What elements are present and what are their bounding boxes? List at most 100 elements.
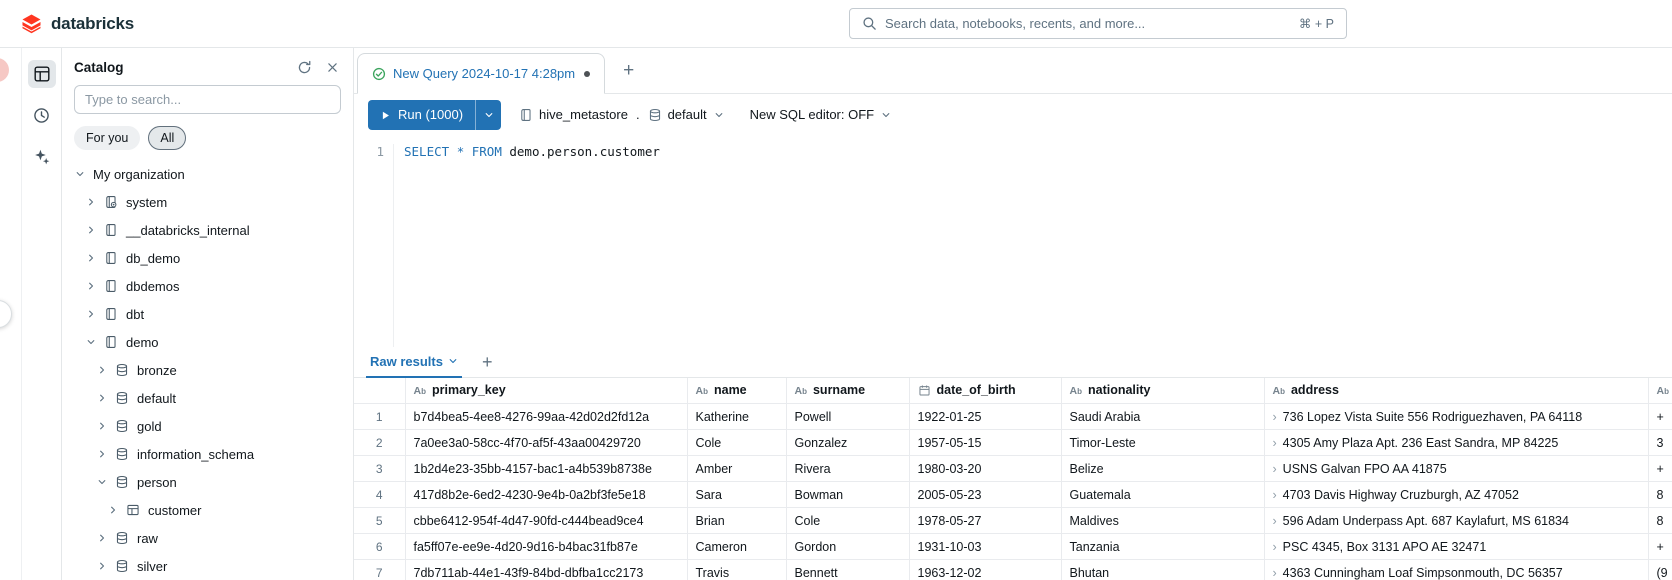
row-number-cell[interactable]: 5 — [354, 508, 405, 534]
chevron-right-icon[interactable] — [94, 446, 110, 462]
cell-nationality[interactable]: Tanzania — [1061, 534, 1264, 560]
raw-results-tab[interactable]: Raw results — [366, 347, 462, 378]
cell-partial-last-cell[interactable]: + — [1648, 404, 1672, 430]
column-header-primary-key[interactable]: Abprimary_key — [405, 378, 687, 404]
cell-nationality[interactable]: Belize — [1061, 456, 1264, 482]
tree-item-gold[interactable]: gold — [62, 412, 353, 440]
expand-cell-icon[interactable]: › — [1273, 566, 1277, 580]
cell-partial-last-cell[interactable]: 8 — [1648, 508, 1672, 534]
chevron-down-icon[interactable] — [72, 166, 88, 182]
cell-surname[interactable]: Gordon — [786, 534, 909, 560]
cell-name[interactable]: Amber — [687, 456, 786, 482]
tree-item-person[interactable]: person — [62, 468, 353, 496]
cell-primary-key[interactable]: 7a0ee3a0-58cc-4f70-af5f-43aa00429720 — [405, 430, 687, 456]
column-header-partial[interactable]: Ab — [1648, 378, 1672, 404]
expand-cell-icon[interactable]: › — [1273, 514, 1277, 528]
cell-date-of-birth[interactable]: 1980-03-20 — [909, 456, 1061, 482]
cell-name[interactable]: Cameron — [687, 534, 786, 560]
column-header-date-of-birth[interactable]: date_of_birth — [909, 378, 1061, 404]
chevron-right-icon[interactable] — [83, 306, 99, 322]
cell-primary-key[interactable]: 417d8b2e-6ed2-4230-9e4b-0a2bf3fe5e18 — [405, 482, 687, 508]
expand-cell-icon[interactable]: › — [1273, 488, 1277, 502]
refresh-button[interactable] — [297, 60, 312, 75]
tree-item-bronze[interactable]: bronze — [62, 356, 353, 384]
cell-address[interactable]: ›4363 Cunningham Loaf Simpsonmouth, DC 5… — [1264, 560, 1648, 580]
tree-item-databricks-internal[interactable]: __databricks_internal — [62, 216, 353, 244]
cell-name[interactable]: Katherine — [687, 404, 786, 430]
row-number-cell[interactable]: 3 — [354, 456, 405, 482]
tree-item-dbt[interactable]: dbt — [62, 300, 353, 328]
cell-name[interactable]: Brian — [687, 508, 786, 534]
column-header-address[interactable]: Abaddress — [1264, 378, 1648, 404]
rail-history-button[interactable] — [28, 101, 56, 129]
run-options-button[interactable] — [475, 100, 501, 130]
tree-item-demo[interactable]: demo — [62, 328, 353, 356]
cell-surname[interactable]: Bennett — [786, 560, 909, 580]
column-header-nationality[interactable]: Abnationality — [1061, 378, 1264, 404]
cell-date-of-birth[interactable]: 1957-05-15 — [909, 430, 1061, 456]
cell-nationality[interactable]: Saudi Arabia — [1061, 404, 1264, 430]
chevron-right-icon[interactable] — [94, 418, 110, 434]
cell-surname[interactable]: Powell — [786, 404, 909, 430]
cell-partial-last-cell[interactable]: + — [1648, 534, 1672, 560]
column-header-surname[interactable]: Absurname — [786, 378, 909, 404]
cell-date-of-birth[interactable]: 2005-05-23 — [909, 482, 1061, 508]
cell-address[interactable]: ›4305 Amy Plaza Apt. 236 East Sandra, MP… — [1264, 430, 1648, 456]
cell-address[interactable]: ›4703 Davis Highway Cruzburgh, AZ 47052 — [1264, 482, 1648, 508]
cell-partial-last-cell[interactable]: + — [1648, 456, 1672, 482]
cell-primary-key[interactable]: b7d4bea5-4ee8-4276-99aa-42d02d2fd12a — [405, 404, 687, 430]
row-number-cell[interactable]: 6 — [354, 534, 405, 560]
cell-date-of-birth[interactable]: 1963-12-02 — [909, 560, 1061, 580]
new-tab-button[interactable]: + — [619, 61, 638, 80]
chevron-right-icon[interactable] — [83, 222, 99, 238]
cell-surname[interactable]: Cole — [786, 508, 909, 534]
cell-nationality[interactable]: Timor-Leste — [1061, 430, 1264, 456]
filter-for-you-pill[interactable]: For you — [74, 126, 140, 150]
row-number-cell[interactable]: 2 — [354, 430, 405, 456]
cell-nationality[interactable]: Bhutan — [1061, 560, 1264, 580]
row-number-cell[interactable]: 4 — [354, 482, 405, 508]
chevron-down-icon[interactable] — [448, 356, 458, 366]
expand-cell-icon[interactable]: › — [1273, 436, 1277, 450]
cell-date-of-birth[interactable]: 1978-05-27 — [909, 508, 1061, 534]
databricks-logo[interactable]: databricks — [20, 12, 134, 35]
cell-surname[interactable]: Rivera — [786, 456, 909, 482]
sql-code-editor[interactable]: 1 SELECT * FROM demo.person.customer — [354, 135, 1672, 347]
cell-address[interactable]: ›USNS Galvan FPO AA 41875 — [1264, 456, 1648, 482]
new-sql-editor-toggle[interactable]: New SQL editor: OFF — [746, 104, 896, 125]
chevron-right-icon[interactable] — [94, 390, 110, 406]
cell-primary-key[interactable]: 7db711ab-44e1-43f9-84bd-dbfba1cc2173 — [405, 560, 687, 580]
chevron-right-icon[interactable] — [94, 362, 110, 378]
cell-partial-last-cell[interactable]: 8 — [1648, 482, 1672, 508]
tree-item-db-demo[interactable]: db_demo — [62, 244, 353, 272]
cell-primary-key[interactable]: 1b2d4e23-35bb-4157-bac1-a4b539b8738e — [405, 456, 687, 482]
close-sidebar-button[interactable] — [326, 61, 339, 74]
tree-item-silver[interactable]: silver — [62, 552, 353, 580]
row-number-cell[interactable]: 7 — [354, 560, 405, 580]
rail-catalog-button[interactable] — [28, 60, 56, 88]
catalog-search-input[interactable] — [74, 85, 341, 114]
tree-item-raw[interactable]: raw — [62, 524, 353, 552]
cell-surname[interactable]: Gonzalez — [786, 430, 909, 456]
cell-name[interactable]: Cole — [687, 430, 786, 456]
chevron-right-icon[interactable] — [94, 530, 110, 546]
chevron-right-icon[interactable] — [94, 558, 110, 574]
schema-selector[interactable]: default — [644, 104, 728, 125]
cell-date-of-birth[interactable]: 1922-01-25 — [909, 404, 1061, 430]
global-search-box[interactable]: Search data, notebooks, recents, and mor… — [849, 8, 1347, 39]
cell-partial-last-cell[interactable]: 3 — [1648, 430, 1672, 456]
cell-surname[interactable]: Bowman — [786, 482, 909, 508]
cell-address[interactable]: ›736 Lopez Vista Suite 556 Rodriguezhave… — [1264, 404, 1648, 430]
cell-primary-key[interactable]: cbbe6412-954f-4d47-90fd-c444bead9ce4 — [405, 508, 687, 534]
expand-cell-icon[interactable]: › — [1273, 540, 1277, 554]
cell-address[interactable]: ›PSC 4345, Box 3131 APO AE 32471 — [1264, 534, 1648, 560]
chevron-right-icon[interactable] — [83, 278, 99, 294]
filter-all-pill[interactable]: All — [148, 126, 186, 150]
chevron-right-icon[interactable] — [83, 250, 99, 266]
cell-name[interactable]: Travis — [687, 560, 786, 580]
chevron-down-icon[interactable] — [83, 334, 99, 350]
cell-date-of-birth[interactable]: 1931-10-03 — [909, 534, 1061, 560]
tree-item-customer[interactable]: customer — [62, 496, 353, 524]
rail-assistant-button[interactable] — [28, 142, 56, 170]
query-tab[interactable]: New Query 2024-10-17 4:28pm — [357, 53, 605, 94]
